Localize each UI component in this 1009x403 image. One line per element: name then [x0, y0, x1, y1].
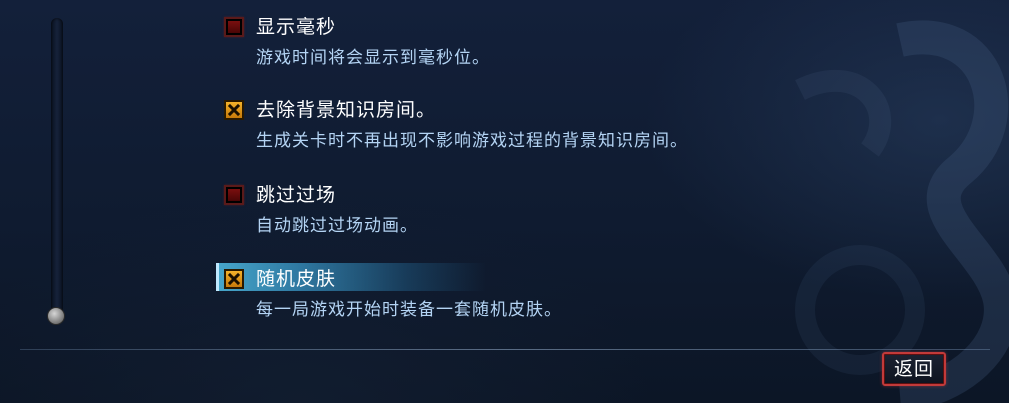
- option-title: 跳过过场: [256, 184, 337, 206]
- empty-checkbox-icon[interactable]: [224, 17, 244, 37]
- scrollbar-thumb[interactable]: [47, 307, 65, 325]
- footer-divider: [20, 349, 990, 350]
- x-check-icon[interactable]: [224, 269, 244, 289]
- option-skip-cutscenes[interactable]: 跳过过场 自动跳过过场动画。: [218, 183, 838, 259]
- option-description: 自动跳过过场动画。: [256, 216, 418, 236]
- option-remove-lore-rooms[interactable]: 去除背景知识房间。 生成关卡时不再出现不影响游戏过程的背景知识房间。: [218, 98, 838, 174]
- empty-checkbox-icon[interactable]: [224, 185, 244, 205]
- settings-screen: 显示毫秒 游戏时间将会显示到毫秒位。 去除背景知识房间。 生成关卡时不再出现不影…: [0, 0, 1009, 403]
- option-show-milliseconds[interactable]: 显示毫秒 游戏时间将会显示到毫秒位。: [218, 15, 838, 91]
- option-description: 游戏时间将会显示到毫秒位。: [256, 48, 490, 68]
- scrollbar-track[interactable]: [51, 18, 63, 318]
- option-title: 显示毫秒: [256, 16, 337, 38]
- option-random-skin[interactable]: 随机皮肤 每一局游戏开始时装备一套随机皮肤。: [216, 263, 838, 343]
- option-description: 每一局游戏开始时装备一套随机皮肤。: [256, 300, 562, 320]
- x-check-icon[interactable]: [224, 100, 244, 120]
- option-title: 去除背景知识房间。: [256, 99, 437, 121]
- back-button[interactable]: 返回: [882, 352, 946, 386]
- option-title: 随机皮肤: [256, 268, 337, 290]
- option-description: 生成关卡时不再出现不影响游戏过程的背景知识房间。: [256, 131, 688, 151]
